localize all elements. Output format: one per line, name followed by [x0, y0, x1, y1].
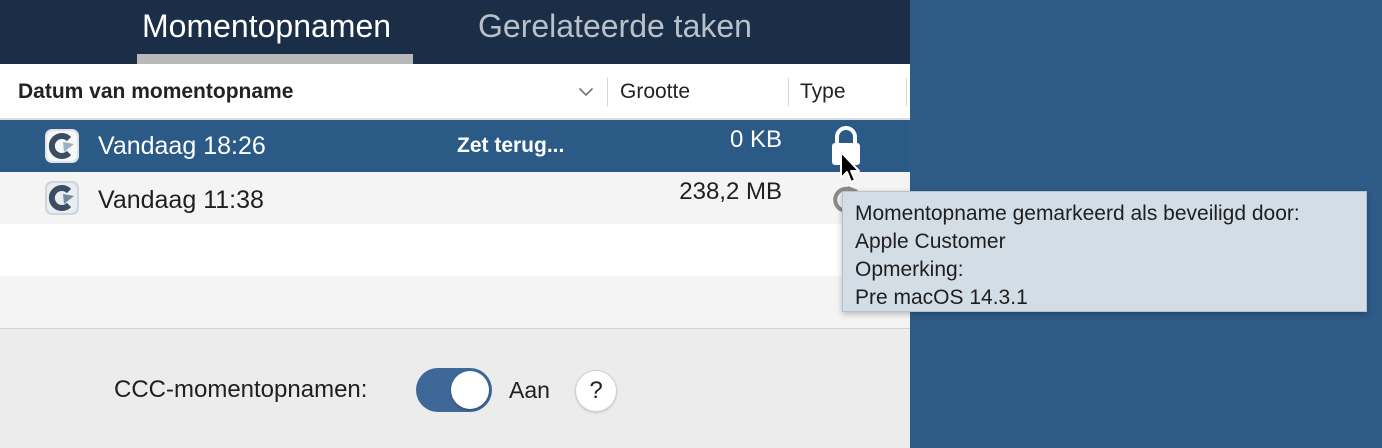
- snapshots-toggle-label: CCC-momentopnamen:: [114, 376, 368, 403]
- tooltip-line: Pre macOS 14.3.1: [855, 286, 1028, 309]
- restore-button[interactable]: Zet terug...: [457, 120, 564, 172]
- tab-related-tasks[interactable]: Gerelateerde taken: [478, 6, 752, 46]
- snapshot-table: Datum van momentopname Grootte Type Vand…: [0, 64, 910, 328]
- column-header-type[interactable]: Type: [800, 64, 846, 120]
- snapshots-toggle[interactable]: [416, 368, 492, 412]
- snapshot-size: 0 KB: [729, 126, 782, 153]
- snapshot-date: Vandaag 18:26: [98, 132, 266, 160]
- column-divider[interactable]: [607, 78, 608, 106]
- column-header-date[interactable]: Datum van momentopname: [18, 64, 293, 120]
- table-header: Datum van momentopname Grootte Type: [0, 64, 910, 120]
- divider: [0, 328, 910, 329]
- tooltip-line: Opmerking:: [855, 258, 964, 281]
- snapshot-panel: Momentopnamen Gerelateerde taken Datum v…: [0, 0, 910, 448]
- snapshot-size: 238,2 MB: [679, 178, 782, 205]
- tab-snapshots[interactable]: Momentopnamen: [142, 6, 391, 46]
- protected-snapshot-tooltip: Momentopname gemarkeerd als beveiligd do…: [842, 191, 1367, 312]
- active-tab-indicator: [137, 54, 413, 64]
- tooltip-line: Momentopname gemarkeerd als beveiligd do…: [855, 202, 1300, 225]
- snapshot-date: Vandaag 11:38: [98, 186, 264, 214]
- tooltip-line: Apple Customer: [855, 230, 1006, 253]
- column-divider[interactable]: [906, 78, 907, 106]
- toggle-state-label: Aan: [509, 377, 550, 403]
- mouse-pointer-icon: [840, 151, 860, 183]
- ccc-app-icon: [45, 129, 79, 163]
- empty-row: [0, 224, 910, 276]
- table-row[interactable]: Vandaag 18:26 Zet terug... 0 KB: [0, 120, 910, 172]
- chevron-down-icon[interactable]: [578, 84, 594, 100]
- tab-bar: Momentopnamen Gerelateerde taken: [0, 0, 910, 64]
- help-button[interactable]: ?: [575, 370, 617, 412]
- empty-row: [0, 276, 910, 328]
- table-row[interactable]: Vandaag 11:38 238,2 MB: [0, 172, 910, 224]
- ccc-app-icon: [45, 181, 79, 215]
- column-header-size[interactable]: Grootte: [620, 64, 690, 120]
- toggle-knob[interactable]: [451, 371, 489, 409]
- column-divider[interactable]: [788, 78, 789, 106]
